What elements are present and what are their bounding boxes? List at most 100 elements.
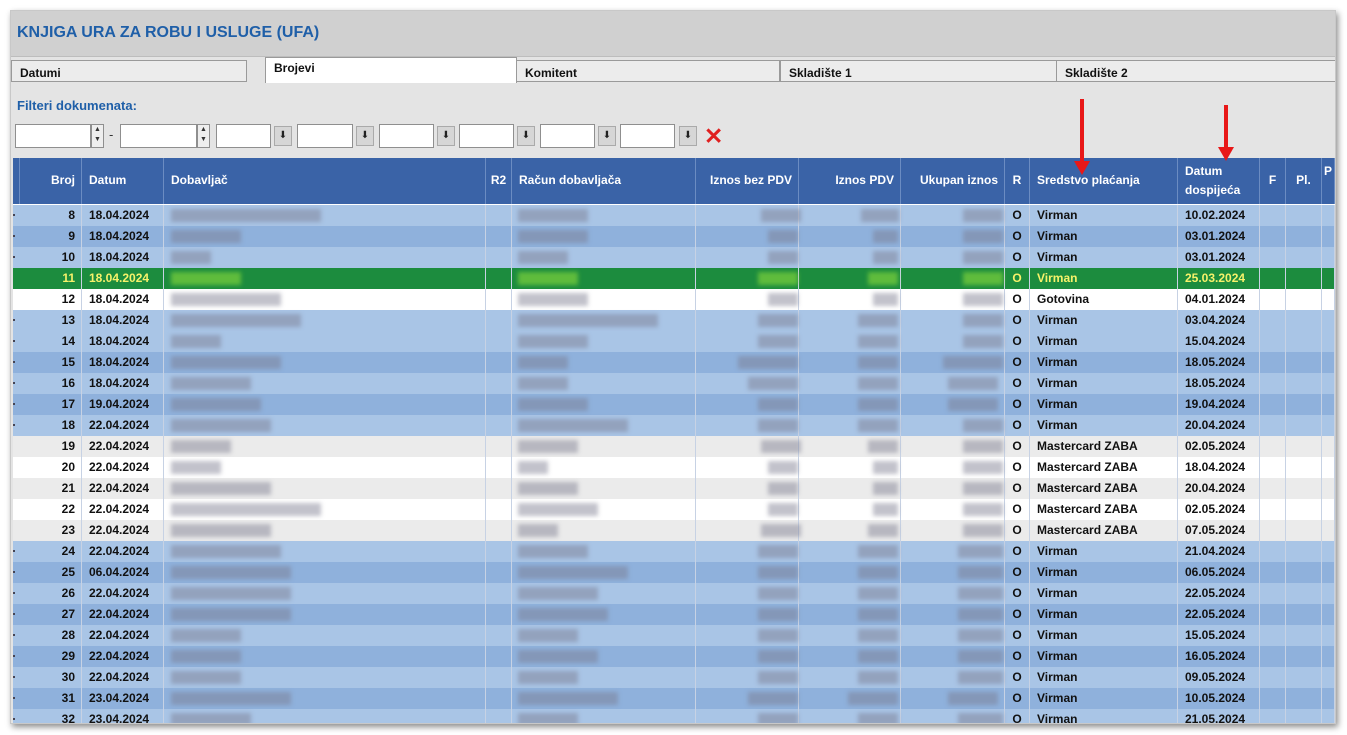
header-r[interactable]: R [1005,158,1030,204]
table-row[interactable]: 23 22.04.2024 O Mastercard ZABA 07.05.2024 [13,520,1335,541]
table-row[interactable]: 22 22.04.2024 O Mastercard ZABA 02.05.2024 [13,499,1335,520]
cell-datum: 22.04.2024 [82,436,164,457]
table-row[interactable]: 30 22.04.2024 O Virman 09.05.2024 [13,667,1335,688]
cell-datum: 23.04.2024 [82,688,164,709]
cell-p [1322,604,1335,625]
header-iznos-pdv[interactable]: Iznos PDV [799,158,901,204]
table-row[interactable]: 17 19.04.2024 O Virman 19.04.2024 [13,394,1335,415]
tab-skladiste-1[interactable]: Skladište 1 [780,60,1057,82]
table-header: Broj Datum Dobavljač R2 Račun dobavljača… [13,158,1335,204]
table-row[interactable]: 14 18.04.2024 O Virman 15.04.2024 [13,331,1335,352]
dropdown-arrow-icon[interactable]: ⬇ [356,126,374,146]
dropdown-arrow-icon[interactable]: ⬇ [679,126,697,146]
header-sredstvo-placanja[interactable]: Sredstvo plaćanja [1030,158,1178,204]
table-row[interactable]: 15 18.04.2024 O Virman 18.05.2024 [13,352,1335,373]
cell-datum: 22.04.2024 [82,499,164,520]
cell-sredstvo-placanja: Virman [1030,331,1178,352]
redacted-value [873,251,898,264]
table-row[interactable]: 31 23.04.2024 O Virman 10.05.2024 [13,688,1335,709]
table-row[interactable]: 29 22.04.2024 O Virman 16.05.2024 [13,646,1335,667]
table-row[interactable]: 9 18.04.2024 O Virman 03.01.2024 [13,226,1335,247]
table-row-selected[interactable]: 11 18.04.2024 O Virman 25.03.2024 [13,268,1335,289]
cell-r2 [486,394,512,415]
dropdown-arrow-icon[interactable]: ⬇ [437,126,455,146]
cell-datum-dospijeca: 22.05.2024 [1178,604,1260,625]
table-row[interactable]: 12 18.04.2024 O Gotovina 04.01.2024 [13,289,1335,310]
redacted-value [963,335,1003,348]
filter-dropdown-3[interactable] [379,124,434,148]
table-row[interactable]: 10 18.04.2024 O Virman 03.01.2024 [13,247,1335,268]
tab-skladiste-2[interactable]: Skladište 2 [1056,60,1335,82]
header-pl[interactable]: Pl. [1286,158,1322,204]
cell-broj: 13 [20,310,82,331]
cell-p [1322,499,1335,520]
cell-datum: 18.04.2024 [82,331,164,352]
table-row[interactable]: 8 18.04.2024 O Virman 10.02.2024 [13,205,1335,226]
cell-r: O [1005,562,1030,583]
redacted-value [858,314,898,327]
header-ukupan-iznos[interactable]: Ukupan iznos [901,158,1005,204]
filter-from-spinner[interactable]: ▲ ▼ [91,124,104,148]
filter-dropdown-2[interactable] [297,124,353,148]
cell-sredstvo-placanja: Virman [1030,205,1178,226]
cell-f [1260,205,1286,226]
cell-sredstvo-placanja: Virman [1030,562,1178,583]
table-row[interactable]: 16 18.04.2024 O Virman 18.05.2024 [13,373,1335,394]
tab-datumi[interactable]: Datumi [11,60,247,82]
table-row[interactable]: 19 22.04.2024 O Mastercard ZABA 02.05.2024 [13,436,1335,457]
dropdown-arrow-icon[interactable]: ⬇ [517,126,535,146]
table-row[interactable]: 25 06.04.2024 O Virman 06.05.2024 [13,562,1335,583]
cell-datum-dospijeca: 03.01.2024 [1178,226,1260,247]
cell-broj: 19 [20,436,82,457]
redacted-value [758,272,798,285]
close-icon[interactable]: ✕ [704,124,723,148]
redacted-value [761,524,801,537]
filter-from-input[interactable] [15,124,91,148]
table-row[interactable]: 21 22.04.2024 O Mastercard ZABA 20.04.2024 [13,478,1335,499]
filter-dropdown-6[interactable] [620,124,675,148]
cell-p [1322,226,1335,247]
header-f[interactable]: F [1260,158,1286,204]
redacted-value [171,209,321,222]
table-row[interactable]: 26 22.04.2024 O Virman 22.05.2024 [13,583,1335,604]
header-datum-dospijeca[interactable]: Datum dospijeća [1178,158,1260,204]
redacted-value [518,251,568,264]
cell-datum-dospijeca: 09.05.2024 [1178,667,1260,688]
cell-sredstvo-placanja: Virman [1030,541,1178,562]
header-r2[interactable]: R2 [486,158,512,204]
tab-brojevi[interactable]: Brojevi [265,57,517,83]
cell-r2 [486,688,512,709]
cell-pl [1286,646,1322,667]
cell-r2 [486,625,512,646]
cell-pl [1286,499,1322,520]
table-row[interactable]: 18 22.04.2024 O Virman 20.04.2024 [13,415,1335,436]
redacted-value [858,566,898,579]
redacted-value [768,482,798,495]
dropdown-arrow-icon[interactable]: ⬇ [598,126,616,146]
cell-p [1322,667,1335,688]
table-row[interactable]: 28 22.04.2024 O Virman 15.05.2024 [13,625,1335,646]
table-row[interactable]: 13 18.04.2024 O Virman 03.04.2024 [13,310,1335,331]
table-row[interactable]: 27 22.04.2024 O Virman 22.05.2024 [13,604,1335,625]
filter-dropdown-4[interactable] [459,124,514,148]
header-iznos-bez-pdv[interactable]: Iznos bez PDV [696,158,799,204]
header-datum[interactable]: Datum [82,158,164,204]
table-row[interactable]: 24 22.04.2024 O Virman 21.04.2024 [13,541,1335,562]
header-dobavljac[interactable]: Dobavljač [164,158,486,204]
filter-dropdown-1[interactable] [216,124,271,148]
filter-to-input[interactable] [120,124,197,148]
filter-range-separator: - [109,127,114,142]
redacted-value [171,377,251,390]
table-row[interactable]: 20 22.04.2024 O Mastercard ZABA 18.04.2024 [13,457,1335,478]
cell-pl [1286,478,1322,499]
header-racun[interactable]: Račun dobavljača [512,158,696,204]
header-p[interactable]: P [1322,158,1335,204]
header-broj[interactable]: Broj [20,158,82,204]
redacted-value [518,419,628,432]
dropdown-arrow-icon[interactable]: ⬇ [274,126,292,146]
filter-to-spinner[interactable]: ▲ ▼ [197,124,210,148]
filter-dropdown-5[interactable] [540,124,595,148]
tab-komitent[interactable]: Komitent [516,60,780,82]
table-row[interactable]: 32 23.04.2024 O Virman 21.05.2024 [13,709,1335,723]
redacted-value [948,377,998,390]
